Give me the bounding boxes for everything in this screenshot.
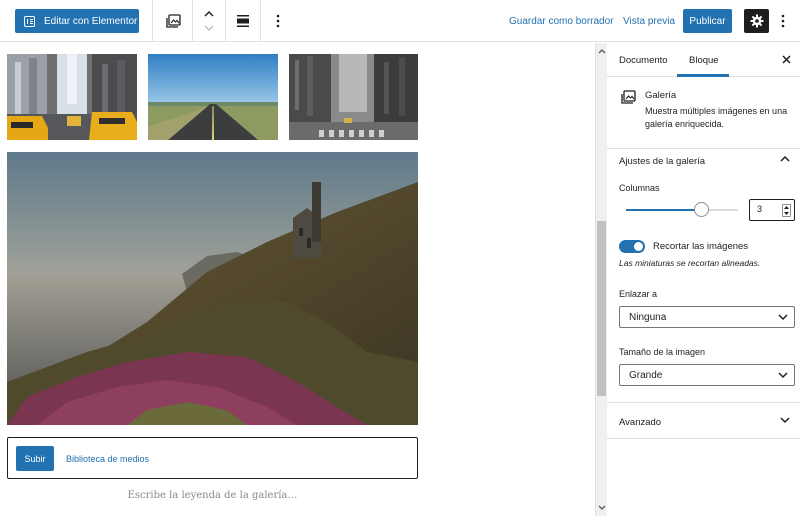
edit-with-elementor-button[interactable]: Editar con Elementor xyxy=(15,9,139,33)
crop-images-label: Recortar las imágenes xyxy=(653,241,749,252)
sidebar-tabs: Documento Bloque xyxy=(607,43,800,77)
toolbar-divider xyxy=(192,0,193,42)
image-size-label: Tamaño de la imagen xyxy=(619,347,706,357)
block-card: Galería Muestra múltiples imágenes en un… xyxy=(607,77,800,149)
toolbar-divider xyxy=(152,0,153,42)
gallery-icon xyxy=(166,14,181,28)
more-options-button[interactable] xyxy=(266,0,290,42)
columns-value: 3 xyxy=(757,204,763,214)
move-up-icon[interactable] xyxy=(203,10,215,18)
city-street-image xyxy=(289,54,418,140)
canvas-scrollbar[interactable] xyxy=(595,43,607,516)
gallery-icon xyxy=(621,90,636,104)
gallery-caption-placeholder[interactable]: Escribe la leyenda de la galería… xyxy=(7,490,418,501)
chevron-down-icon xyxy=(778,314,788,321)
columns-slider-handle[interactable] xyxy=(694,202,709,217)
tab-block[interactable]: Bloque xyxy=(689,55,719,66)
toolbar-divider xyxy=(260,0,261,42)
chevron-down-icon xyxy=(780,417,790,424)
gallery-upload-area: Subir Biblioteca de medios xyxy=(7,437,418,479)
block-title: Galería xyxy=(645,90,677,101)
panel-divider xyxy=(607,402,800,403)
coastal-mine-ruin-image xyxy=(7,152,418,425)
link-to-value: Ninguna xyxy=(629,312,667,323)
editor-toolbar: Editar con Elementor Guardar como borrad… xyxy=(0,0,800,42)
number-spinner-icon[interactable] xyxy=(782,204,791,217)
scrollbar-thumb[interactable] xyxy=(597,221,606,396)
taxi-street-image xyxy=(7,54,137,140)
chevron-up-icon xyxy=(780,155,790,162)
gallery-image[interactable] xyxy=(7,54,137,140)
columns-slider-fill xyxy=(626,209,702,211)
editor-canvas: Subir Biblioteca de medios Escribe la le… xyxy=(0,43,595,516)
scroll-up-icon[interactable] xyxy=(596,45,607,57)
settings-button[interactable] xyxy=(744,9,769,33)
link-to-label: Enlazar a xyxy=(619,289,658,299)
crop-images-toggle[interactable] xyxy=(619,240,645,253)
save-draft-link[interactable]: Guardar como borrador xyxy=(509,16,614,27)
panel-divider xyxy=(607,438,800,439)
columns-number-input[interactable]: 3 xyxy=(749,199,795,221)
advanced-panel-toggle[interactable]: Avanzado xyxy=(607,405,800,439)
image-size-select[interactable]: Grande xyxy=(619,364,795,386)
advanced-title: Avanzado xyxy=(619,417,662,428)
preview-link[interactable]: Vista previa xyxy=(623,16,675,27)
move-down-icon[interactable] xyxy=(203,24,215,32)
more-vertical-icon xyxy=(781,14,785,28)
image-size-value: Grande xyxy=(629,370,663,381)
columns-label: Columnas xyxy=(619,183,660,193)
elementor-icon xyxy=(24,15,35,27)
media-library-link[interactable]: Biblioteca de medios xyxy=(66,454,149,464)
align-button[interactable] xyxy=(231,0,255,42)
gallery-image-large[interactable] xyxy=(7,152,418,425)
gallery-image[interactable] xyxy=(289,54,418,140)
more-vertical-icon xyxy=(276,14,280,28)
gallery-image[interactable] xyxy=(148,54,278,140)
close-sidebar-button[interactable] xyxy=(782,53,791,67)
chevron-down-icon xyxy=(778,372,788,379)
close-icon xyxy=(782,55,791,64)
crop-images-help: Las miniaturas se recortan alineadas. xyxy=(619,258,761,268)
editor-more-button[interactable] xyxy=(775,0,791,42)
settings-sidebar: Documento Bloque Galería Muestra múltipl… xyxy=(607,43,800,516)
gear-icon xyxy=(750,14,763,28)
align-wide-icon xyxy=(237,15,249,27)
tab-document[interactable]: Documento xyxy=(619,55,668,66)
move-block-buttons xyxy=(197,0,221,42)
open-road-image xyxy=(148,54,278,140)
upload-button[interactable]: Subir xyxy=(16,446,54,471)
block-description: Muestra múltiples imágenes en una galerí… xyxy=(645,106,788,129)
gallery-settings-panel-toggle[interactable]: Ajustes de la galería xyxy=(607,144,800,178)
block-type-gallery-button[interactable] xyxy=(160,0,188,42)
toolbar-divider xyxy=(225,0,226,42)
gallery-settings-title: Ajustes de la galería xyxy=(619,156,706,167)
publish-button[interactable]: Publicar xyxy=(683,9,732,33)
edit-with-elementor-label: Editar con Elementor xyxy=(44,15,138,27)
link-to-select[interactable]: Ninguna xyxy=(619,306,795,328)
scroll-down-icon[interactable] xyxy=(596,502,607,514)
